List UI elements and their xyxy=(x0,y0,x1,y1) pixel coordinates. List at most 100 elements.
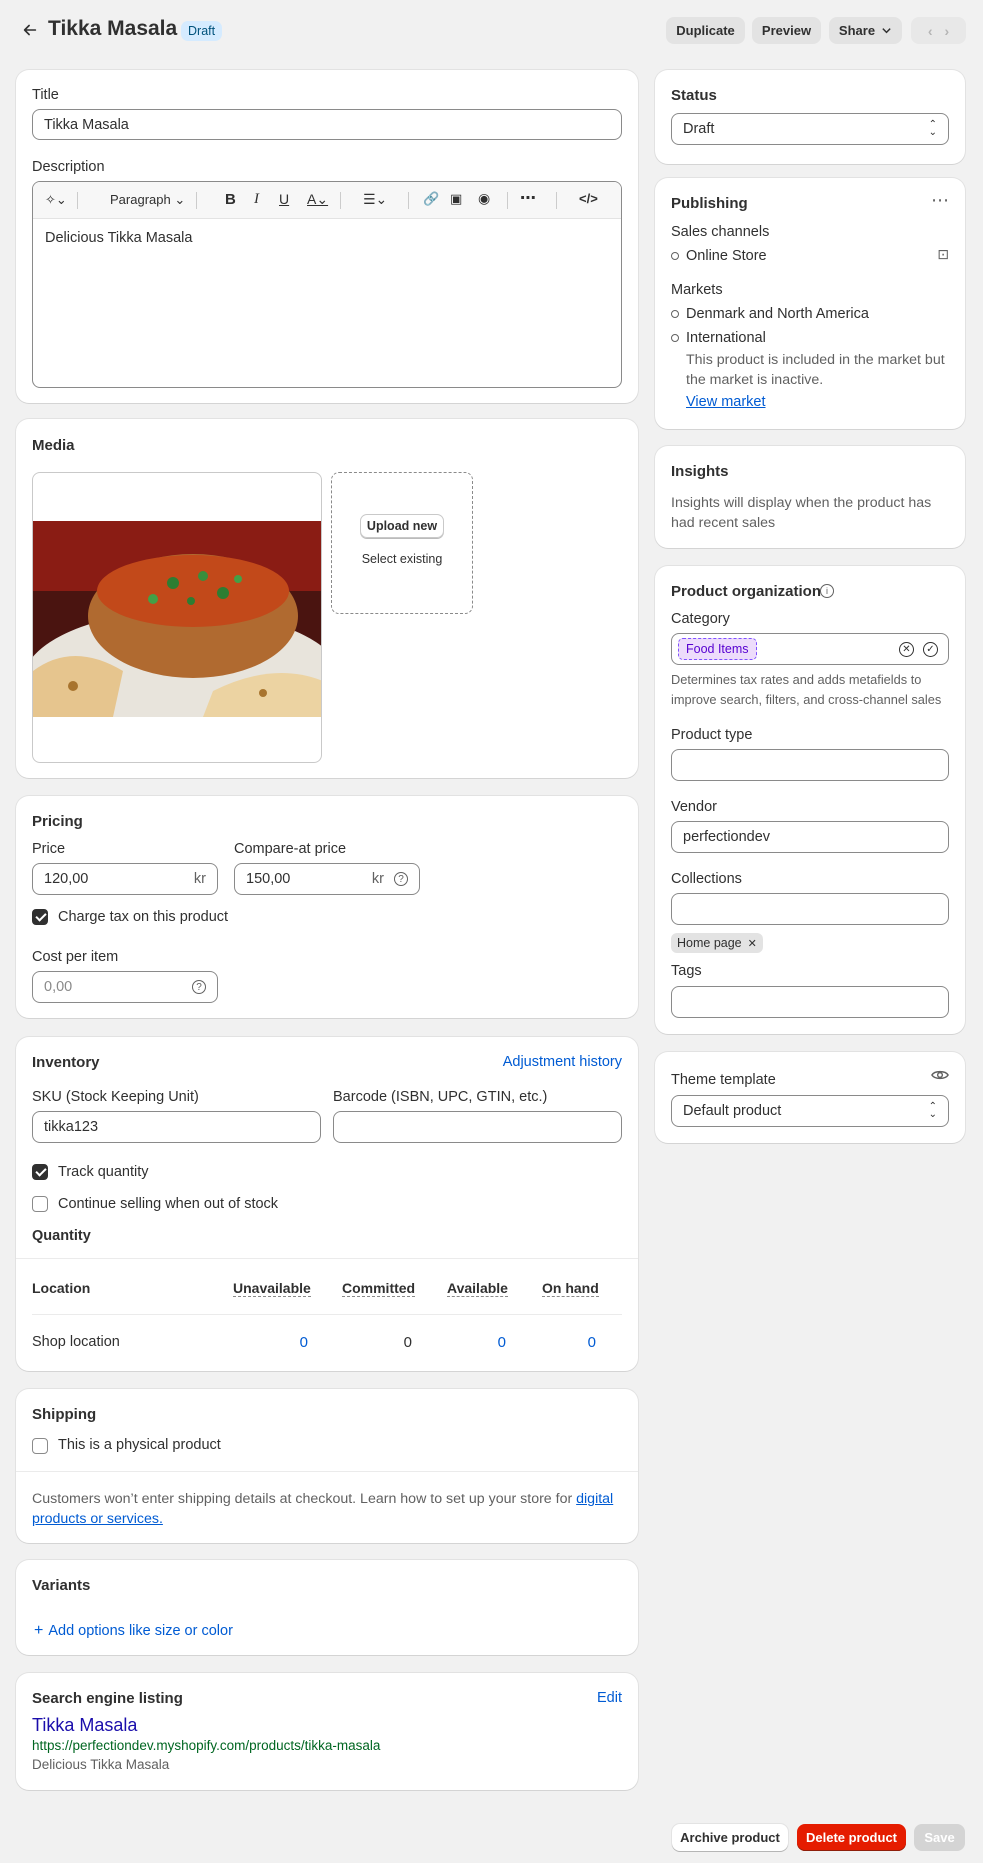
pricing-card: Pricing Price 120,00 kr Compare-at price… xyxy=(16,796,638,1018)
price-currency: kr xyxy=(193,871,206,887)
remove-tag-icon[interactable]: ✕ xyxy=(748,937,757,950)
preview-button[interactable]: Preview xyxy=(752,17,821,44)
italic-icon[interactable]: I xyxy=(254,191,259,208)
vendor-input[interactable]: perfectiondev xyxy=(671,821,949,853)
add-options-button[interactable]: + Add options like size or color xyxy=(34,1622,233,1640)
prev-next-nav: ‹ › xyxy=(911,17,966,44)
collections-input[interactable] xyxy=(671,893,949,925)
category-help-line-2: improve search, filters, and cross-chann… xyxy=(671,692,942,707)
market-note-line-1: This product is included in the market b… xyxy=(686,352,945,368)
product-type-input[interactable] xyxy=(671,749,949,781)
theme-template-select[interactable]: Default product ⌃ ⌄ xyxy=(671,1095,949,1127)
vendor-value: perfectiondev xyxy=(683,829,771,845)
vendor-label: Vendor xyxy=(671,799,717,815)
continue-selling-checkbox[interactable] xyxy=(32,1196,48,1212)
status-select[interactable]: Draft ⌃ ⌄ xyxy=(671,113,949,145)
chevron-down-icon xyxy=(882,28,891,34)
help-icon[interactable]: ? xyxy=(394,872,408,886)
column-header-on-hand[interactable]: On hand xyxy=(542,1280,599,1297)
seo-edit-link[interactable]: Edit xyxy=(597,1690,622,1706)
product-image[interactable] xyxy=(32,472,322,763)
description-editor[interactable]: ✧⌄ Paragraph ⌄ B I U A⌄ ☰⌄ 🔗 ▣ ◉ ⋯ </> D… xyxy=(32,181,622,388)
toolbar-divider xyxy=(556,192,557,209)
eye-icon[interactable] xyxy=(931,1068,949,1086)
add-options-label: Add options like size or color xyxy=(48,1623,233,1639)
media-dropzone[interactable]: Upload new Select existing xyxy=(331,472,473,614)
compare-currency: kr xyxy=(371,871,384,887)
bold-icon[interactable]: B xyxy=(225,191,236,208)
confirm-icon[interactable]: ✓ xyxy=(923,641,938,657)
market-note: This product is included in the market b… xyxy=(686,350,945,390)
align-icon[interactable]: ☰⌄ xyxy=(363,191,387,208)
shipping-card: Shipping This is a physical product Cust… xyxy=(16,1389,638,1543)
column-header-available[interactable]: Available xyxy=(447,1280,508,1297)
next-product-icon[interactable]: › xyxy=(945,23,950,39)
image-icon[interactable]: ▣ xyxy=(450,191,462,207)
digital-products-link-cont[interactable]: products or services. xyxy=(32,1511,163,1527)
column-header-committed[interactable]: Committed xyxy=(342,1280,416,1297)
sku-input[interactable]: tikka123 xyxy=(32,1111,321,1143)
unavailable-cell[interactable]: 0 xyxy=(298,1334,308,1351)
select-existing-link[interactable]: Select existing xyxy=(332,552,472,566)
text-color-icon[interactable]: A⌄ xyxy=(307,191,328,208)
column-header-unavailable[interactable]: Unavailable xyxy=(233,1280,311,1297)
publishing-card: Publishing ⋯ Sales channels Online Store… xyxy=(655,178,965,429)
physical-product-checkbox[interactable] xyxy=(32,1438,48,1454)
code-view-icon[interactable]: </> xyxy=(579,191,598,206)
archive-product-button[interactable]: Archive product xyxy=(672,1824,788,1851)
tags-input[interactable] xyxy=(671,986,949,1018)
cost-input[interactable]: 0,00 ? xyxy=(32,971,218,1003)
more-actions-icon[interactable]: ⋯ xyxy=(931,190,949,211)
clear-icon[interactable]: ✕ xyxy=(899,641,914,657)
divider xyxy=(32,1314,622,1315)
pricing-heading: Pricing xyxy=(32,813,83,830)
toolbar-divider xyxy=(408,192,409,209)
save-button[interactable]: Save xyxy=(914,1824,965,1851)
channel-schedule-icon[interactable]: ⊡ xyxy=(937,246,949,263)
status-heading: Status xyxy=(671,87,717,104)
category-input[interactable]: Food Items ✕ ✓ xyxy=(671,633,949,665)
barcode-label: Barcode (ISBN, UPC, GTIN, etc.) xyxy=(333,1089,548,1105)
available-cell[interactable]: 0 xyxy=(496,1334,506,1351)
on-hand-cell[interactable]: 0 xyxy=(586,1334,596,1351)
product-type-label: Product type xyxy=(671,727,753,743)
insights-line-2: had recent sales xyxy=(671,515,776,531)
more-icon[interactable]: ⋯ xyxy=(520,188,536,208)
theme-template-value: Default product xyxy=(683,1103,782,1119)
paragraph-select[interactable]: Paragraph ⌄ xyxy=(110,192,185,208)
back-arrow-icon[interactable] xyxy=(18,18,42,42)
track-quantity-checkbox[interactable] xyxy=(32,1164,48,1180)
barcode-input[interactable] xyxy=(333,1111,622,1143)
link-icon[interactable]: 🔗 xyxy=(423,191,439,207)
price-value: 120,00 xyxy=(44,871,89,887)
charge-tax-label: Charge tax on this product xyxy=(58,909,229,925)
underline-icon[interactable]: U xyxy=(279,191,289,207)
sales-channels-label: Sales channels xyxy=(671,224,770,240)
help-icon[interactable]: ? xyxy=(192,980,206,994)
shipping-note: Customers won’t enter shipping details a… xyxy=(32,1489,622,1529)
variants-heading: Variants xyxy=(32,1577,91,1594)
duplicate-button[interactable]: Duplicate xyxy=(666,17,745,44)
collection-tag-label: Home page xyxy=(677,936,742,950)
quantity-heading: Quantity xyxy=(32,1228,91,1244)
compare-price-input[interactable]: 150,00 kr ? xyxy=(234,863,420,895)
video-icon[interactable]: ◉ xyxy=(478,190,490,207)
upload-new-button[interactable]: Upload new xyxy=(360,514,444,538)
category-help: Determines tax rates and adds metafields… xyxy=(671,670,941,710)
share-button[interactable]: Share xyxy=(829,17,902,44)
delete-product-button[interactable]: Delete product xyxy=(797,1824,906,1851)
price-input[interactable]: 120,00 kr xyxy=(32,863,218,895)
previous-product-icon[interactable]: ‹ xyxy=(928,23,933,39)
select-arrows-icon: ⌃ ⌄ xyxy=(928,1101,937,1120)
variants-card: Variants + Add options like size or color xyxy=(16,1560,638,1655)
info-icon[interactable]: i xyxy=(820,584,834,598)
title-value: Tikka Masala xyxy=(44,116,129,133)
seo-url: https://perfectiondev.myshopify.com/prod… xyxy=(32,1738,381,1753)
inventory-card: Inventory Adjustment history SKU (Stock … xyxy=(16,1037,638,1371)
digital-products-link[interactable]: digital xyxy=(576,1491,613,1507)
ai-magic-icon[interactable]: ✧⌄ xyxy=(45,192,67,208)
title-input[interactable]: Tikka Masala xyxy=(32,109,622,140)
charge-tax-checkbox[interactable] xyxy=(32,909,48,925)
adjustment-history-link[interactable]: Adjustment history xyxy=(503,1054,622,1070)
view-market-link[interactable]: View market xyxy=(686,394,766,410)
